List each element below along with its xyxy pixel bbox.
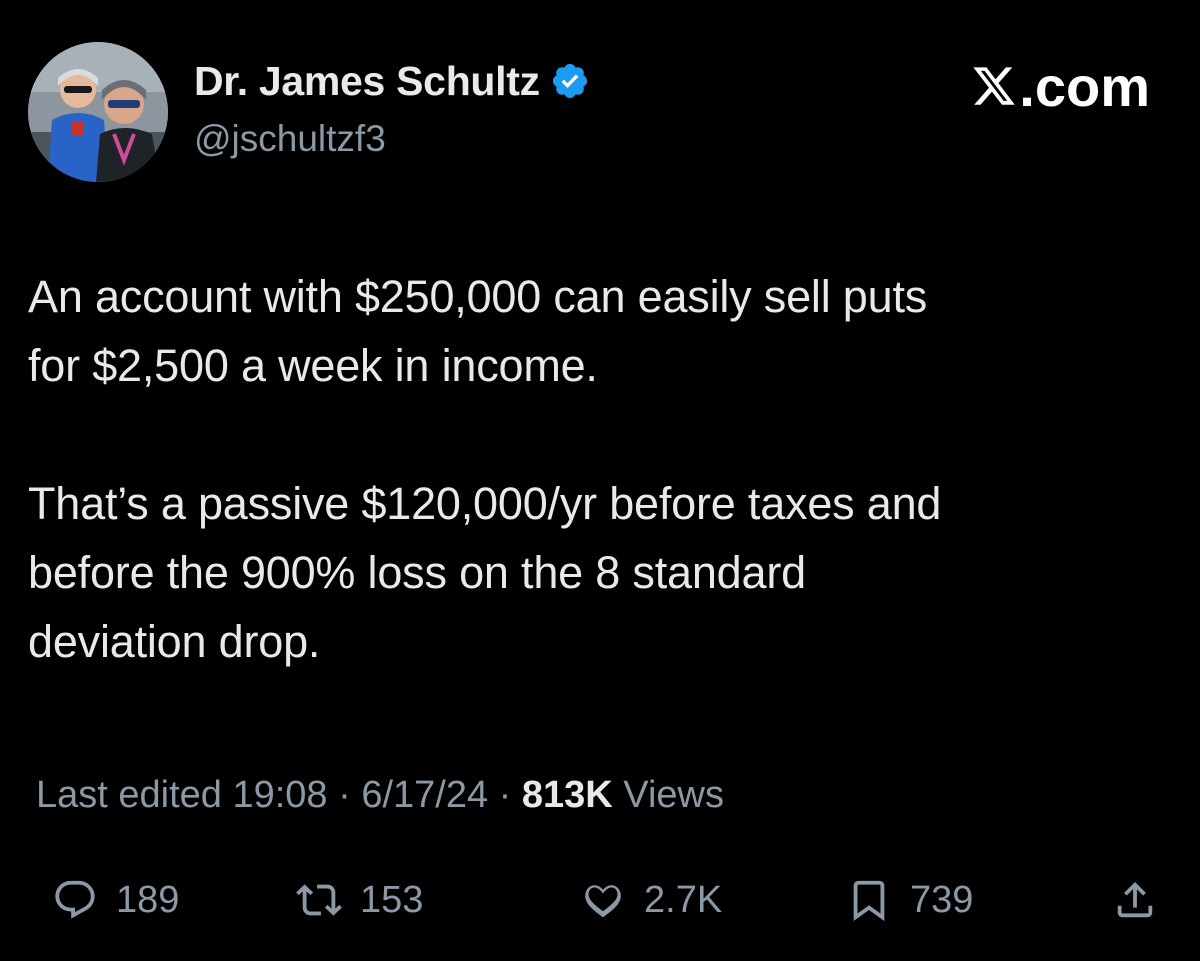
views-label: Views	[612, 774, 724, 816]
bookmark-count: 739	[910, 878, 974, 921]
action-bar: 189 153 2.7K 739	[0, 868, 1200, 932]
repost-icon	[296, 884, 342, 916]
tweet-card: Dr. James Schultz @jschultzf3 .com An ac…	[0, 0, 1200, 961]
verified-badge-icon	[550, 61, 590, 101]
avatar[interactable]	[28, 42, 168, 182]
author-name-row: Dr. James Schultz	[194, 56, 590, 106]
repost-count: 153	[360, 878, 424, 921]
like-button[interactable]: 2.7K	[580, 868, 722, 932]
tweet-text: An account with $250,000 can easily sell…	[28, 262, 1178, 676]
edited-timestamp[interactable]: Last edited 19:08 · 6/17/24	[36, 774, 488, 816]
brand-logo: .com	[971, 54, 1150, 118]
share-button[interactable]	[1112, 868, 1158, 932]
reply-icon	[55, 880, 95, 919]
share-icon	[1117, 881, 1153, 918]
repost-button[interactable]: 153	[296, 868, 423, 932]
bookmark-button[interactable]: 739	[846, 868, 973, 932]
tweet-paragraph: That’s a passive $120,000/yr before taxe…	[28, 478, 942, 667]
like-count: 2.7K	[644, 878, 723, 921]
views-count: 813K	[521, 774, 613, 816]
author-handle[interactable]: @jschultzf3	[194, 118, 386, 160]
author-display-name[interactable]: Dr. James Schultz	[194, 58, 540, 105]
brand-label: .com	[1019, 54, 1150, 118]
avatar-photo	[28, 42, 168, 182]
tweet-paragraph: An account with $250,000 can easily sell…	[28, 271, 928, 391]
x-logo-icon	[973, 67, 1016, 105]
reply-button[interactable]: 189	[52, 868, 179, 932]
heart-icon	[585, 885, 621, 918]
meta-separator: ·	[488, 774, 522, 816]
tweet-meta: Last edited 19:08 · 6/17/24 · 813K Views	[36, 774, 724, 817]
bookmark-icon	[853, 880, 885, 921]
reply-count: 189	[116, 878, 180, 921]
